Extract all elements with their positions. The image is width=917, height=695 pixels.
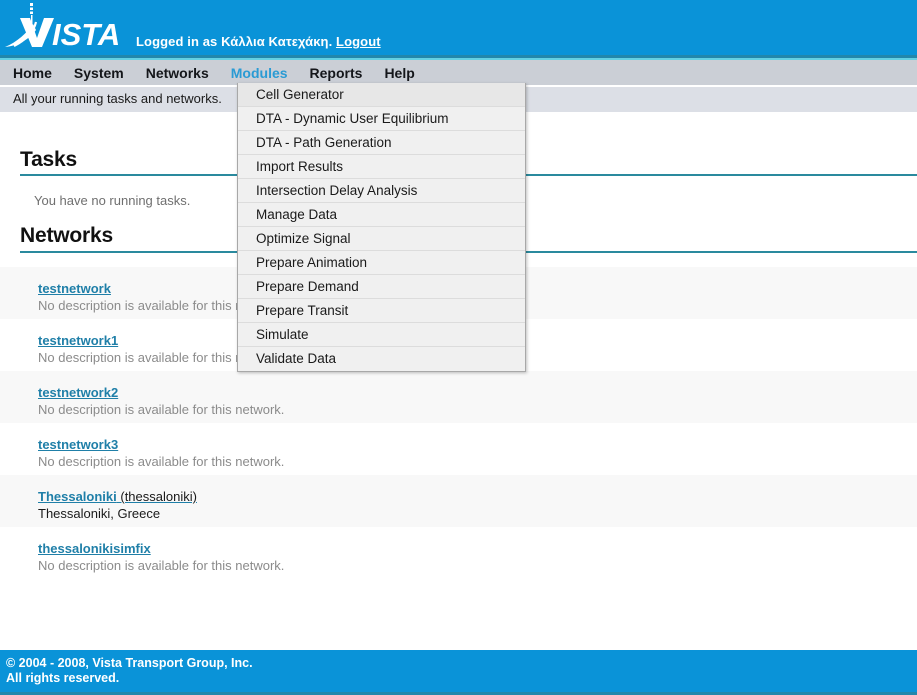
network-link[interactable]: testnetwork xyxy=(38,281,111,296)
menu-item-manage-data[interactable]: Manage Data xyxy=(238,203,525,227)
rights-line: All rights reserved. xyxy=(6,671,120,685)
menu-item-optimize-signal[interactable]: Optimize Signal xyxy=(238,227,525,251)
menu-item-validate-data[interactable]: Validate Data xyxy=(238,347,525,371)
tasks-empty-message: You have no running tasks. xyxy=(34,193,191,208)
subtitle-text: All your running tasks and networks. xyxy=(13,91,222,106)
user-name: Κάλλια Κατεχάκη. xyxy=(221,34,333,49)
networks-heading: Networks xyxy=(20,224,113,247)
menu-item-prepare-demand[interactable]: Prepare Demand xyxy=(238,275,525,299)
network-name[interactable]: testnetwork xyxy=(38,281,111,296)
network-description: No description is available for this net… xyxy=(38,454,285,469)
menu-item-intersection-delay-analysis[interactable]: Intersection Delay Analysis xyxy=(238,179,525,203)
login-prefix: Logged in as xyxy=(136,34,222,49)
network-name[interactable]: testnetwork1 xyxy=(38,333,118,348)
menu-item-simulate[interactable]: Simulate xyxy=(238,323,525,347)
menu-item-prepare-animation[interactable]: Prepare Animation xyxy=(238,251,525,275)
login-status: Logged in as Κάλλια Κατεχάκη. Logout xyxy=(136,34,381,49)
vista-logo[interactable]: ISTA xyxy=(0,0,130,55)
modules-dropdown-menu[interactable]: Cell Generator DTA - Dynamic User Equilib… xyxy=(237,83,526,372)
network-link[interactable]: Thessaloniki (thessaloniki) xyxy=(38,489,197,504)
network-name[interactable]: Thessaloniki xyxy=(38,489,117,504)
nav-item-system[interactable]: System xyxy=(74,60,124,86)
tasks-heading: Tasks xyxy=(20,148,77,171)
network-name[interactable]: testnetwork3 xyxy=(38,437,118,452)
copyright-line: © 2004 - 2008, Vista Transport Group, In… xyxy=(6,656,253,670)
menu-item-dta-dynamic-user-equilibrium[interactable]: DTA - Dynamic User Equilibrium xyxy=(238,107,525,131)
network-name[interactable]: testnetwork2 xyxy=(38,385,118,400)
menu-item-dta-path-generation[interactable]: DTA - Path Generation xyxy=(238,131,525,155)
page-root: ISTA Logged in as Κάλλια Κατεχάκη. Logou… xyxy=(0,0,917,695)
network-link[interactable]: testnetwork3 xyxy=(38,437,118,452)
network-description: No description is available for this net… xyxy=(38,558,285,573)
logout-link[interactable]: Logout xyxy=(336,34,381,49)
network-link[interactable]: testnetwork2 xyxy=(38,385,118,400)
menu-item-prepare-transit[interactable]: Prepare Transit xyxy=(238,299,525,323)
network-name[interactable]: thessalonikisimfix xyxy=(38,541,151,556)
nav-item-home[interactable]: Home xyxy=(13,60,52,86)
menu-item-import-results[interactable]: Import Results xyxy=(238,155,525,179)
menu-item-cell-generator[interactable]: Cell Generator xyxy=(238,83,525,107)
network-alias: (thessaloniki) xyxy=(116,489,197,504)
network-link[interactable]: thessalonikisimfix xyxy=(38,541,151,556)
nav-item-networks[interactable]: Networks xyxy=(146,60,209,86)
app-header: ISTA Logged in as Κάλλια Κατεχάκη. Logou… xyxy=(0,0,917,55)
svg-text:ISTA: ISTA xyxy=(52,17,120,52)
network-description: No description is available for this net… xyxy=(38,402,285,417)
app-footer: © 2004 - 2008, Vista Transport Group, In… xyxy=(0,650,917,692)
network-link[interactable]: testnetwork1 xyxy=(38,333,118,348)
network-description: Thessaloniki, Greece xyxy=(38,506,161,521)
